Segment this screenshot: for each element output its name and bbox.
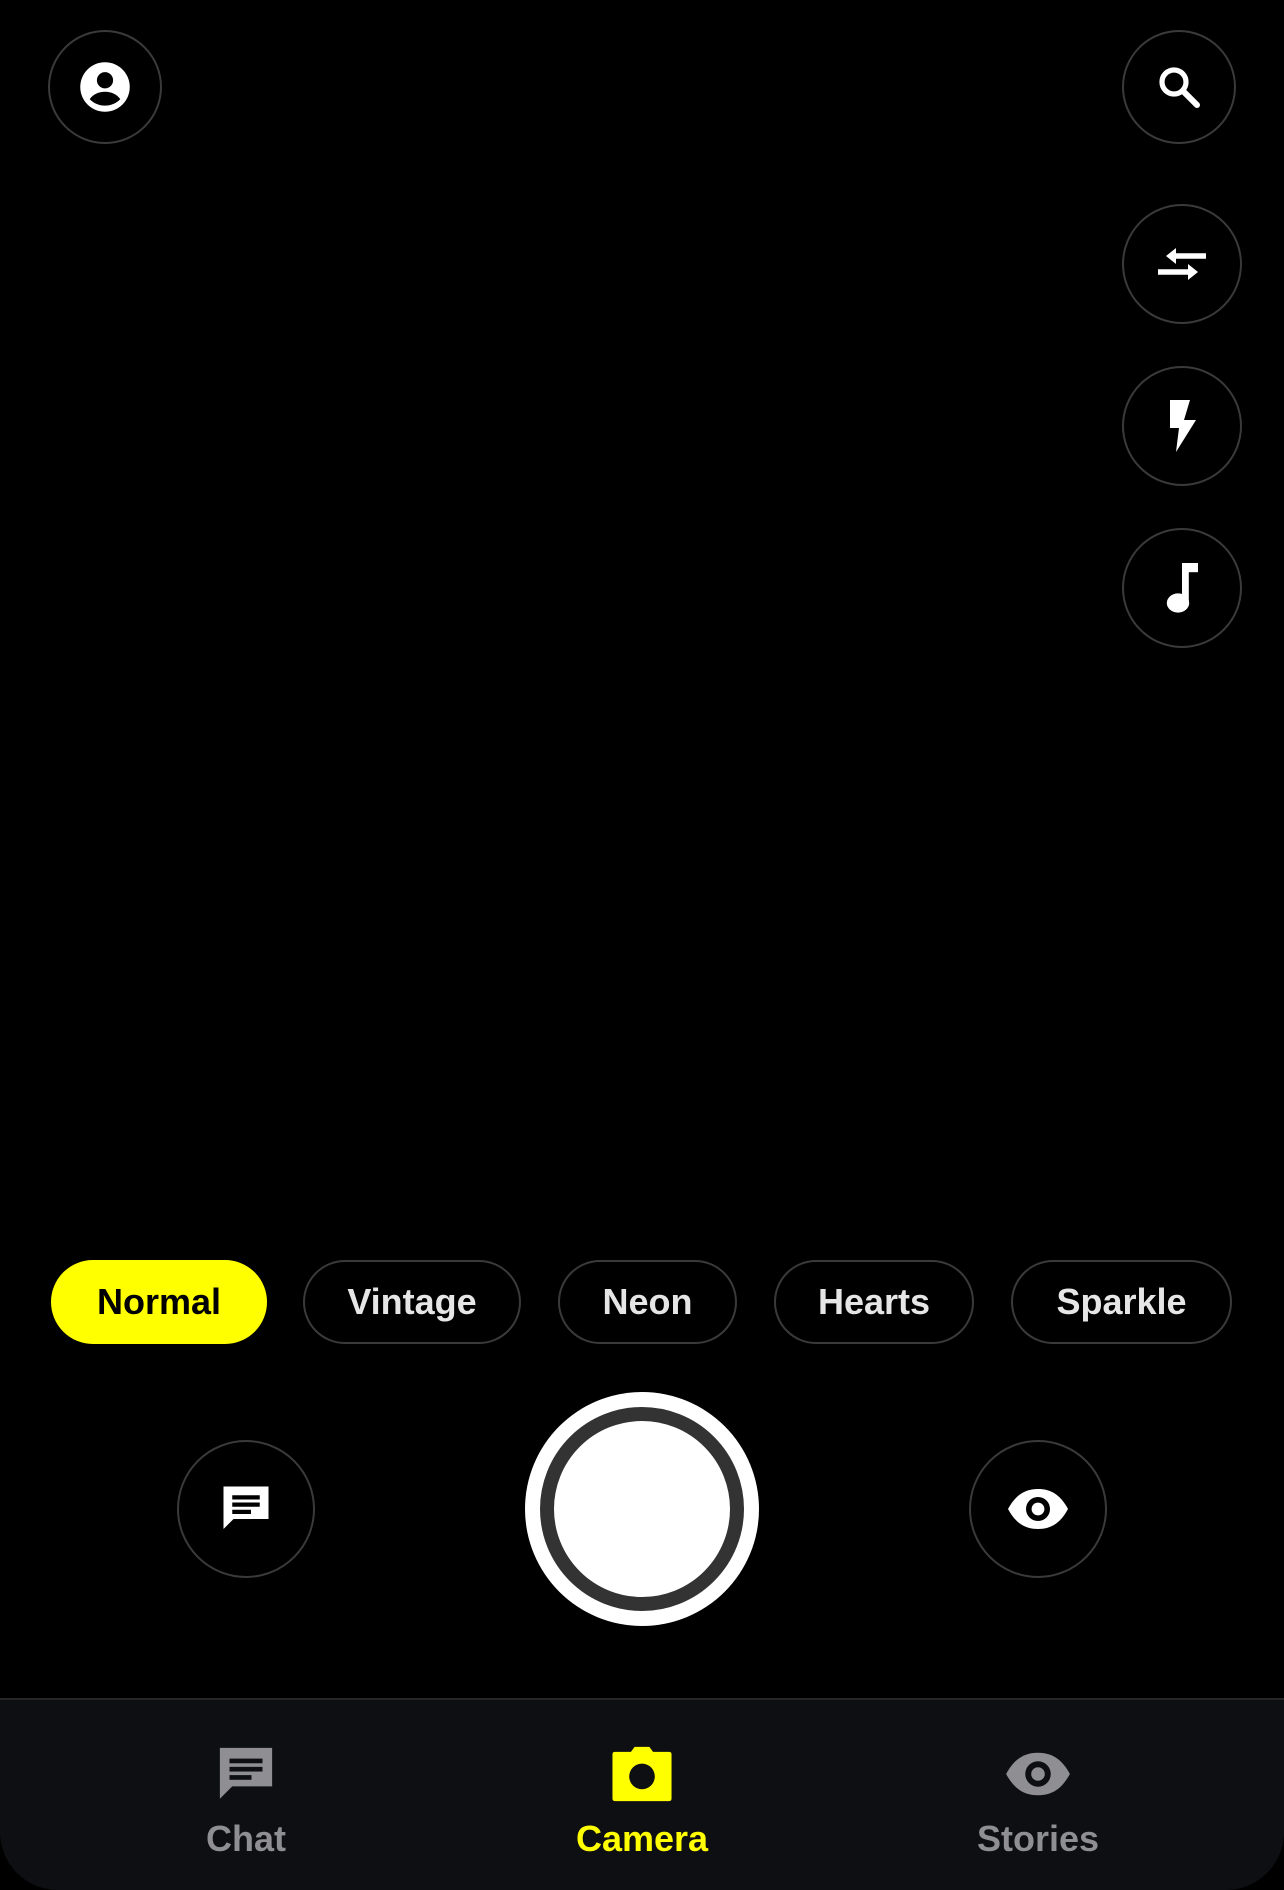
chat-shortcut-button[interactable]: [177, 1440, 315, 1578]
account-circle-icon: [78, 60, 132, 114]
filter-selector: Normal Vintage Neon Hearts Sparkle: [0, 1260, 1284, 1344]
shutter-button[interactable]: [525, 1392, 759, 1626]
filter-vintage[interactable]: Vintage: [303, 1260, 521, 1344]
nav-tab-chat[interactable]: Chat: [96, 1700, 396, 1890]
flash-button[interactable]: [1122, 366, 1242, 486]
shutter-ring: [540, 1407, 744, 1611]
filter-sparkle[interactable]: Sparkle: [1011, 1260, 1232, 1344]
chat-icon: [213, 1738, 279, 1810]
filter-neon[interactable]: Neon: [558, 1260, 737, 1344]
filter-normal[interactable]: Normal: [51, 1260, 267, 1344]
camera-viewfinder[interactable]: [0, 0, 1284, 1240]
flash-icon: [1162, 398, 1202, 454]
nav-tab-camera[interactable]: Camera: [492, 1700, 792, 1890]
nav-label-stories: Stories: [976, 1818, 1100, 1859]
search-icon: [1155, 63, 1203, 111]
nav-tab-stories[interactable]: Stories: [888, 1700, 1188, 1890]
nav-label-chat: Chat: [206, 1818, 286, 1859]
camera-screen: Normal Vintage Neon Hearts Sparkle Chat …: [0, 0, 1284, 1890]
flip-camera-icon: [1154, 240, 1210, 288]
camera-icon: [610, 1738, 674, 1810]
stories-shortcut-button[interactable]: [969, 1440, 1107, 1578]
chat-icon: [216, 1479, 276, 1539]
search-button[interactable]: [1122, 30, 1236, 144]
music-button[interactable]: [1122, 528, 1242, 648]
filter-hearts[interactable]: Hearts: [774, 1260, 974, 1344]
flip-camera-button[interactable]: [1122, 204, 1242, 324]
profile-button[interactable]: [48, 30, 162, 144]
eye-icon: [1004, 1738, 1072, 1810]
eye-icon: [1006, 1487, 1070, 1531]
bottom-navigation: Chat Camera Stories: [0, 1698, 1284, 1890]
music-note-icon: [1162, 561, 1202, 615]
nav-label-camera: Camera: [575, 1818, 709, 1859]
